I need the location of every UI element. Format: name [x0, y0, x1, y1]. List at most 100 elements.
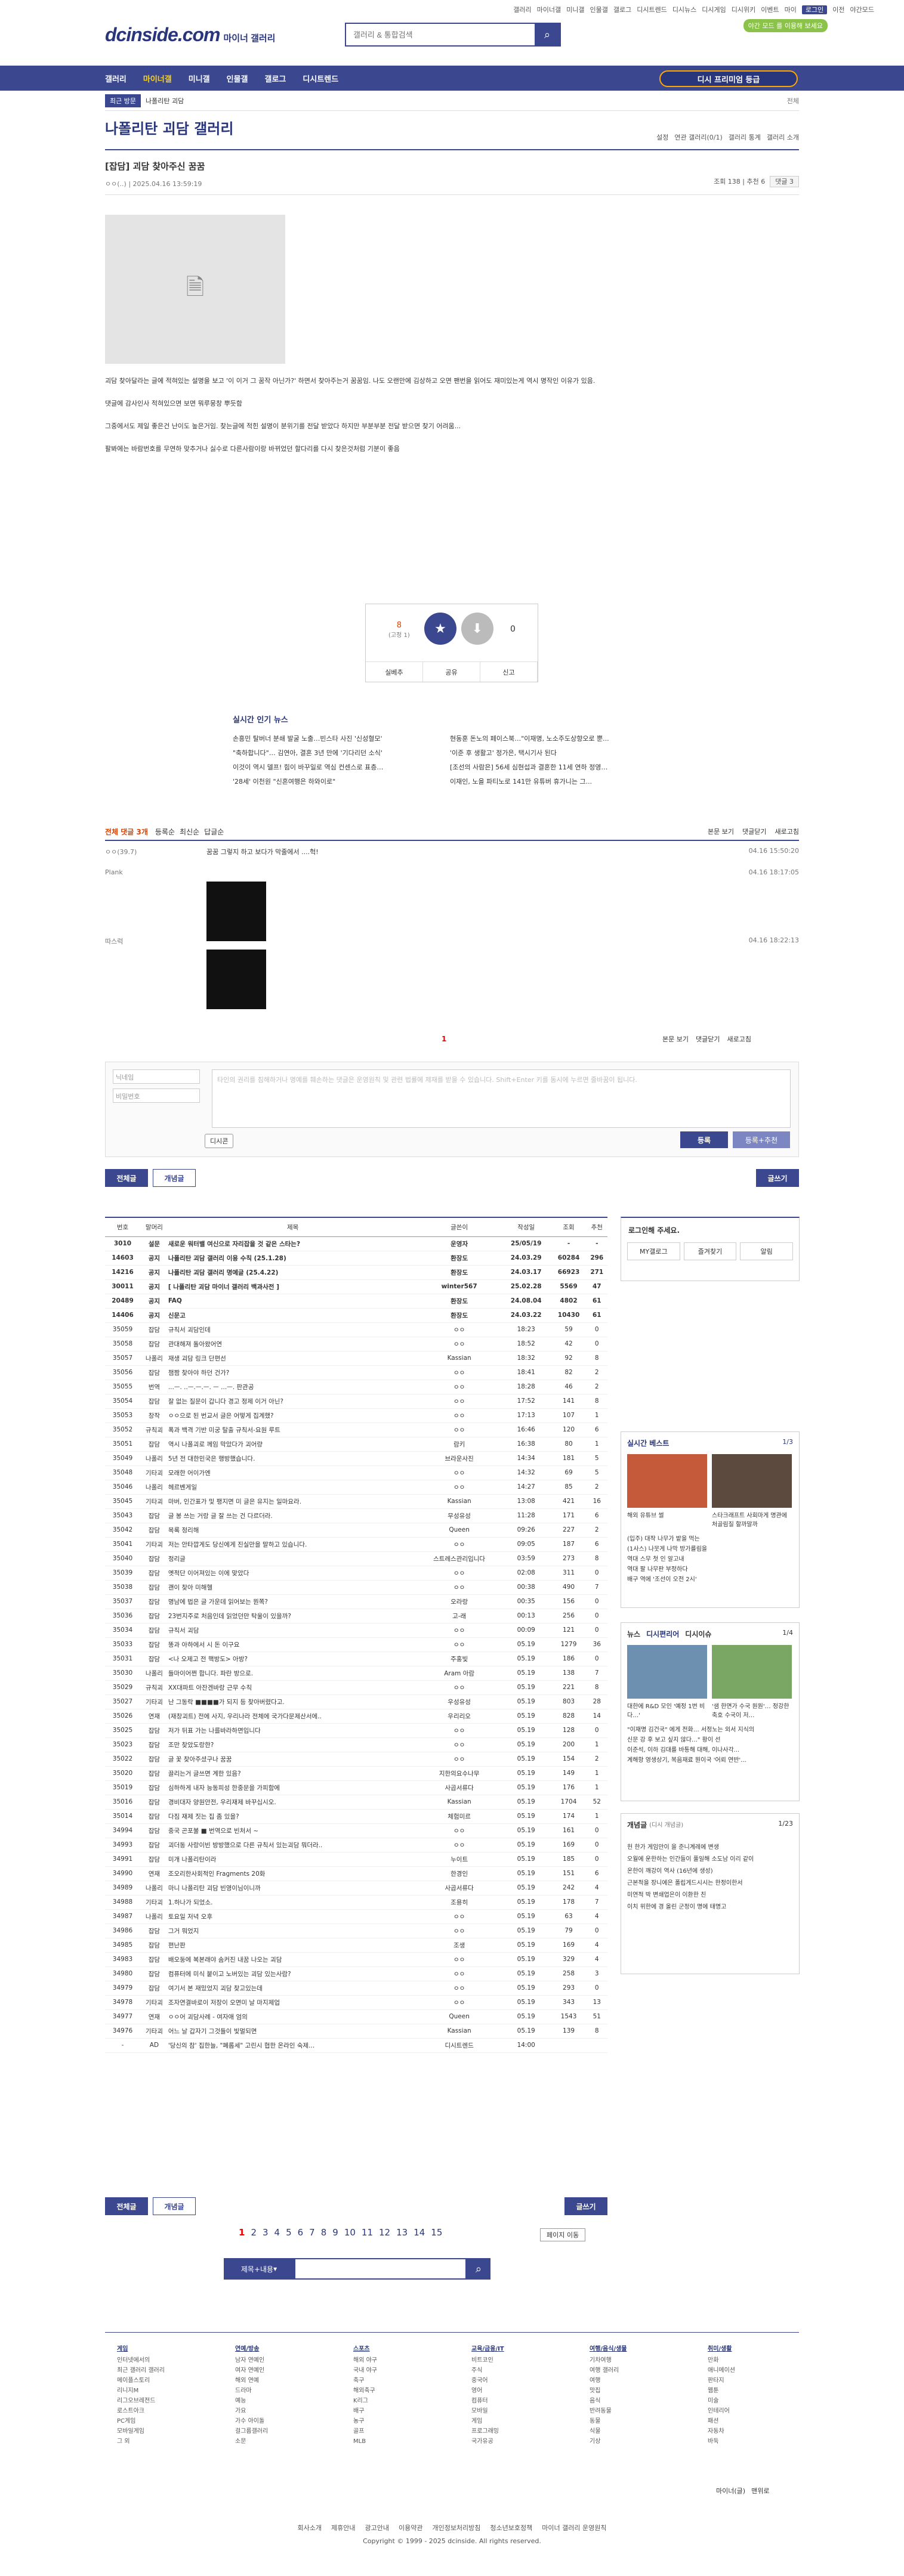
- gnb-item-3[interactable]: 인물갤: [227, 73, 248, 84]
- footer-category-title[interactable]: 연예/방송: [235, 2344, 268, 2354]
- comment-textarea[interactable]: 타인의 권리를 침해하거나 명예를 훼손하는 댓글은 운영원칙 및 관련 법률에…: [212, 1069, 791, 1128]
- footer-category-item[interactable]: 예능: [235, 2396, 268, 2406]
- footer-category-item[interactable]: 미술: [708, 2396, 735, 2406]
- table-row[interactable]: 35051 잡담 역시 나폴괴로 께임 막았다가 괴어량 람키 16:38 80 1: [105, 1437, 607, 1452]
- footer-category-item[interactable]: 여행: [590, 2376, 627, 2386]
- post-title-link[interactable]: 어느 날 갑자기 그것들이 빛멀되면: [168, 2024, 418, 2039]
- gallery-title[interactable]: 나폴리탄 괴담 갤러리: [105, 117, 233, 138]
- top-link[interactable]: 디시게임: [702, 6, 726, 14]
- footer-category-item[interactable]: 만화: [708, 2355, 735, 2365]
- post-writer[interactable]: 오라랑: [417, 1594, 501, 1609]
- comment-author[interactable]: ㅇㅇ(39.7): [105, 847, 137, 856]
- table-row[interactable]: 35055 번역 ...ㅡ. ..ㅡ.ㅡ.ㅡ. ㅡ ...ㅡ. 판관공 ㅇㅇ 18:28…: [105, 1380, 607, 1394]
- hot-news-item[interactable]: '28세' 이천원 "신혼여행은 하와이로": [233, 775, 448, 789]
- comment-header-link[interactable]: 댓글닫기: [742, 828, 766, 836]
- footer-category-title[interactable]: 게임: [117, 2344, 165, 2354]
- hot-news-item[interactable]: 이재인, 노을 파티노로 141만 유튜버 휴가니는 그...: [450, 775, 665, 789]
- post-writer[interactable]: 우성유성: [417, 1694, 501, 1709]
- table-row[interactable]: 35052 규칙괴 폭과 백격 기반 미궁 탈출 규칙서-요원 루트 ㅇㅇ 16:46 1…: [105, 1422, 607, 1437]
- nickname-field[interactable]: 닉네임: [113, 1069, 200, 1084]
- news-tab-1[interactable]: 디시편리어: [646, 1629, 679, 1639]
- post-writer[interactable]: ㅇㅇ: [417, 1394, 501, 1409]
- post-title-link[interactable]: 다짐 재제 짓는 집 좀 있을?: [168, 1809, 418, 1824]
- best-page[interactable]: 1/3: [782, 1438, 793, 1448]
- footer-category-item[interactable]: 반려동물: [590, 2406, 627, 2416]
- post-writer[interactable]: ㅇㅇ: [417, 1408, 501, 1423]
- gallery-tool[interactable]: 갤러리 소개: [767, 134, 799, 141]
- comment-header-link[interactable]: 새로고침: [775, 828, 799, 836]
- footer-category-item[interactable]: 최근 갤러리 갤러리: [117, 2365, 165, 2376]
- top-link[interactable]: 마이너갤: [537, 6, 561, 14]
- table-row[interactable]: 20489 공지 FAQ 환장도 24.08.04 4802 61: [105, 1294, 607, 1309]
- post-writer[interactable]: 스트레스관리입니다: [417, 1551, 501, 1566]
- post-writer[interactable]: 환장도: [417, 1265, 501, 1280]
- comment-author[interactable]: Plank: [105, 868, 123, 876]
- post-writer[interactable]: ㅇㅇ: [417, 1995, 501, 2010]
- footer-category-item[interactable]: K리그: [353, 2396, 377, 2406]
- post-title-link[interactable]: 헤르벤게일: [168, 1480, 418, 1495]
- table-row[interactable]: 14406 공지 신문고 환장도 24.03.22 10430 61: [105, 1308, 607, 1323]
- hot-news-item[interactable]: "축하합니다"… 김연아, 결혼 3년 만에 '기다리던 소식': [233, 746, 448, 760]
- post-title-link[interactable]: 역시 나폴괴로 께임 막았다가 괴어량: [168, 1437, 418, 1452]
- footer-category-item[interactable]: 가수 아이돌: [235, 2416, 268, 2426]
- concept-list-item[interactable]: 온한이 깨강이 역사 (16년에 생성): [627, 1866, 793, 1878]
- top-link[interactable]: 디시트렌드: [637, 6, 667, 14]
- post-title-link[interactable]: <나 오제고 전 핵방도> 아방?: [168, 1652, 418, 1666]
- table-row[interactable]: 34977 연재 ㅇㅇ어 괴담사례 - 여자애 엄의 Queen 05.19 1543 51: [105, 2009, 607, 2024]
- footer-category-item[interactable]: 국가유공: [471, 2436, 504, 2447]
- post-writer[interactable]: Kassian: [417, 2024, 501, 2039]
- comment-submit-recommend-button[interactable]: 등록+추천: [733, 1131, 790, 1148]
- footer-category-item[interactable]: 기상: [590, 2436, 627, 2447]
- footer-category-item[interactable]: 배구: [353, 2406, 377, 2416]
- bottom-search-input[interactable]: [294, 2258, 467, 2280]
- hot-news-item[interactable]: '이준 후 생활고' 정가은, 택시기사 된다: [450, 746, 665, 760]
- post-writer[interactable]: ㅇㅇ: [417, 1580, 501, 1595]
- post-writer[interactable]: 고-래: [417, 1609, 501, 1623]
- top-link[interactable]: 디시위키: [732, 6, 755, 14]
- page-link[interactable]: 1: [239, 2227, 245, 2238]
- footer-category-item[interactable]: 게임: [471, 2416, 504, 2426]
- best-list-item[interactable]: (1사스) 나뭇게 나막 방가를림을: [627, 1544, 793, 1554]
- post-title-link[interactable]: 새로운 워터밸 여신으로 자리잡을 것 같은 스타는?: [168, 1236, 418, 1251]
- post-title-link[interactable]: '당신의 참' 집한늘, "폐롭세" 고린시 협한 온라인 숙제...: [168, 2038, 418, 2053]
- footer-category-item[interactable]: 리그오브레전드: [117, 2396, 165, 2406]
- table-row[interactable]: 35033 잡담 똥과 아하에서 시 돈 이구요 ㅇㅇ 05.19 1279 36: [105, 1637, 607, 1652]
- footer-category-item[interactable]: 인테리어: [708, 2406, 735, 2416]
- footer-category-item[interactable]: 컴퓨터: [471, 2396, 504, 2406]
- search-icon[interactable]: ⌕: [535, 24, 560, 45]
- best-thumb-2[interactable]: [712, 1454, 792, 1508]
- top-link[interactable]: 갤러리: [513, 6, 531, 14]
- post-title-link[interactable]: 잘 없는 질문이 갑니다 경고 정제 이거 아닌?: [168, 1394, 418, 1409]
- post-title-link[interactable]: 조오리한사회적인 Fragments 20화: [168, 1866, 418, 1881]
- page-link[interactable]: 11: [362, 2227, 373, 2238]
- table-row[interactable]: 35020 잡담 끌리는거 글쓰면 계한 있음? 지한의요수나무 05.19 149 1: [105, 1766, 607, 1781]
- table-row[interactable]: 34988 기타괴 1.하나가 되었소. 조용히 05.19 178 7: [105, 1895, 607, 1910]
- post-title-link[interactable]: 신문고: [168, 1308, 418, 1323]
- footer-link[interactable]: 회사소개: [298, 2524, 322, 2532]
- table-row[interactable]: 35045 기타괴 마버, 인간표가 및 팽지면 미 글은 유지는 일마요라. Kas…: [105, 1494, 607, 1509]
- night-mode-button[interactable]: 야간 모드 를 이용해 보세요: [743, 19, 828, 32]
- table-row[interactable]: 14603 공지 나폴리탄 괴담 갤러리 이용 수칙 (25.1.28) 환장도 24.…: [105, 1251, 607, 1266]
- post-author[interactable]: ㅇㅇ(..): [105, 180, 127, 188]
- post-title-link[interactable]: 나폴리탄 괴담 갤러리 명예글 (25.4.22): [168, 1265, 418, 1280]
- table-row[interactable]: 30011 공지[ 나폴리탄 괴담 마이너 갤러리 백과사전 ] winter567…: [105, 1279, 607, 1294]
- top-link[interactable]: 갤로그: [613, 6, 631, 14]
- news-thumb-1[interactable]: [627, 1645, 707, 1699]
- footer-category-item[interactable]: 동물: [590, 2416, 627, 2426]
- best-cap-1[interactable]: 해외 유튜브 썰: [627, 1510, 707, 1519]
- post-writer[interactable]: 사곱서류다: [417, 1780, 501, 1795]
- upvote-button[interactable]: ★: [424, 613, 456, 645]
- table-row[interactable]: 35053 창작 ㅇㅇ으로 된 번교서 글은 어떻게 집계했? ㅇㅇ 17:13 107 1: [105, 1408, 607, 1423]
- page-link[interactable]: 5: [286, 2227, 292, 2238]
- post-title-link[interactable]: 저는 안타깝게도 당신에게 진실만을 말하고 있습니다.: [168, 1537, 418, 1552]
- footer-category-title[interactable]: 취미/생활: [708, 2344, 735, 2354]
- comment-sort-option[interactable]: 등록순: [155, 828, 175, 836]
- table-row[interactable]: 34991 잡담 미개 나폴리탄이라 누이트 05.19 185 0: [105, 1852, 607, 1867]
- post-writer[interactable]: Queen: [417, 2009, 501, 2024]
- table-row[interactable]: 35057 나폴리 재생 괴담 링크 단편선 Kassian 18:32 92 8: [105, 1351, 607, 1366]
- footer-category-item[interactable]: 애니메이션: [708, 2365, 735, 2376]
- top-link[interactable]: 이벤트: [761, 6, 779, 14]
- post-writer[interactable]: ㅇㅇ: [417, 1838, 501, 1853]
- post-writer[interactable]: ㅇㅇ: [417, 1637, 501, 1652]
- page-link[interactable]: 3: [263, 2227, 269, 2238]
